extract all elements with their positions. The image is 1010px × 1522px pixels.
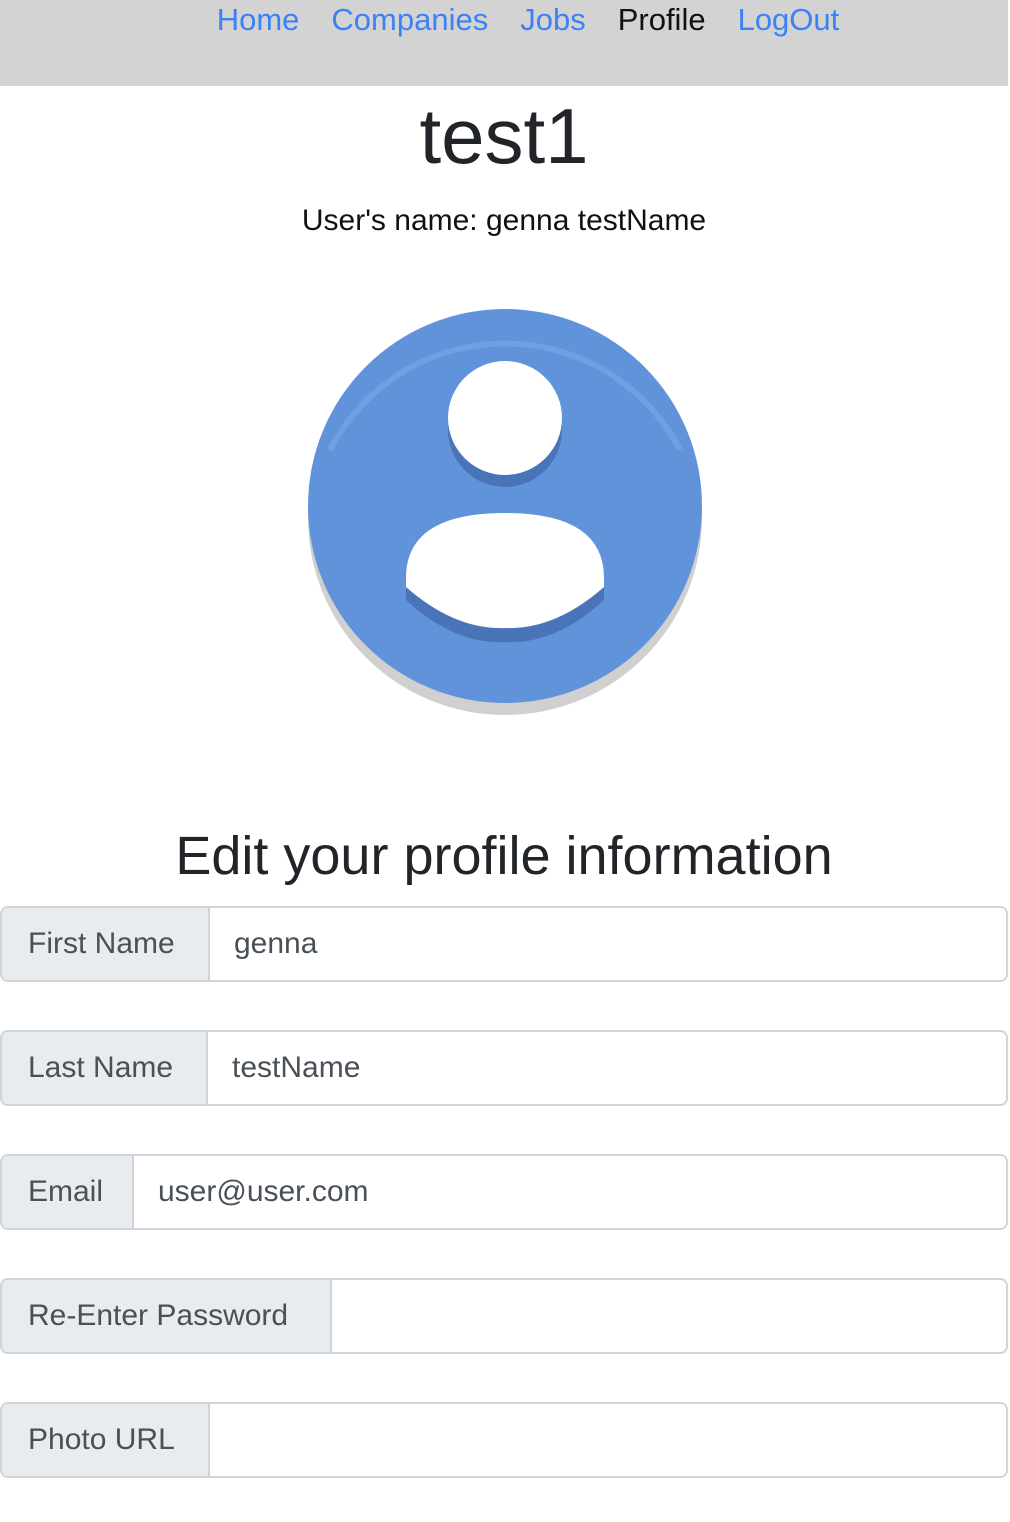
first-name-label: First Name — [2, 908, 210, 980]
last-name-input[interactable] — [208, 1032, 1006, 1104]
photo-url-group: Photo URL — [0, 1402, 1008, 1478]
password-input[interactable] — [332, 1280, 1006, 1352]
page-title: test1 — [419, 92, 589, 180]
email-input[interactable] — [134, 1156, 1006, 1228]
email-label: Email — [2, 1156, 134, 1228]
nav-link-logout[interactable]: LogOut — [738, 0, 840, 40]
nav-link-jobs[interactable]: Jobs — [520, 0, 585, 40]
first-name-group: First Name — [0, 906, 1008, 982]
photo-url-input[interactable] — [210, 1404, 1006, 1476]
navbar: Home Companies Jobs Profile LogOut — [0, 0, 1008, 86]
edit-profile-heading: Edit your profile information — [175, 826, 833, 886]
email-group: Email — [0, 1154, 1008, 1230]
last-name-group: Last Name — [0, 1030, 1008, 1106]
nav-link-home[interactable]: Home — [217, 0, 300, 40]
user-avatar-icon — [308, 309, 702, 715]
password-label: Re-Enter Password — [2, 1280, 332, 1352]
photo-url-label: Photo URL — [2, 1404, 210, 1476]
users-full-name: User's name: genna testName — [301, 204, 707, 237]
password-group: Re-Enter Password — [0, 1278, 1008, 1354]
first-name-input[interactable] — [210, 908, 1006, 980]
nav-link-profile[interactable]: Profile — [618, 0, 706, 40]
nav-links: Home Companies Jobs Profile LogOut — [0, 0, 1008, 40]
last-name-label: Last Name — [2, 1032, 208, 1104]
nav-link-companies[interactable]: Companies — [331, 0, 488, 40]
